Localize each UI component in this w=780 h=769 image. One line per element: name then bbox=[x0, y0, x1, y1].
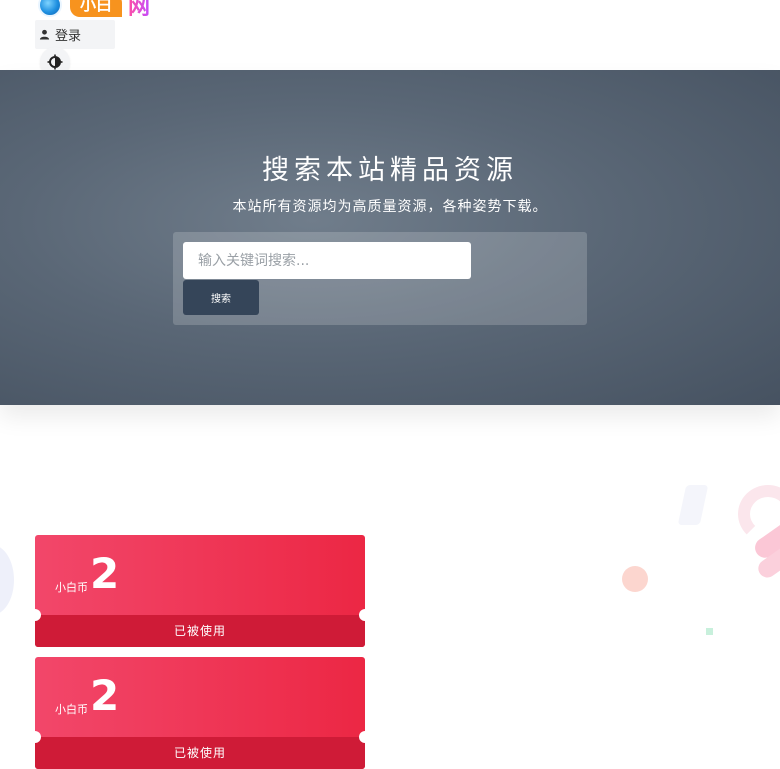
search-input[interactable] bbox=[183, 242, 471, 279]
hero-subtitle: 本站所有资源均为高质量资源，各种姿势下载。 bbox=[232, 199, 548, 215]
coupon-amount: 2 bbox=[90, 549, 120, 598]
coupon-unit: 小白币 bbox=[55, 581, 88, 594]
hero-search-section: 搜索本站精品资源 本站所有资源均为高质量资源，各种姿势下载。 搜索 bbox=[0, 70, 780, 405]
decorative-dot bbox=[622, 566, 648, 592]
search-button[interactable]: 搜索 bbox=[183, 280, 259, 315]
decorative-shape bbox=[0, 545, 14, 615]
logo-tag-text: 小白 bbox=[70, 0, 123, 17]
search-form: 搜索 bbox=[173, 232, 587, 325]
logo-suffix-text: 网 bbox=[128, 0, 150, 21]
login-label: 登录 bbox=[55, 29, 82, 44]
decorative-dot bbox=[706, 628, 713, 635]
decorative-shape bbox=[677, 485, 709, 525]
user-icon bbox=[39, 29, 50, 40]
coupon-card: 小白币 2 已被使用 bbox=[35, 535, 365, 647]
coupon-status: 已被使用 bbox=[35, 737, 365, 769]
hero-title: 搜索本站精品资源 bbox=[262, 155, 518, 186]
globe-logo-icon bbox=[38, 0, 62, 17]
coupon-status: 已被使用 bbox=[35, 615, 365, 647]
login-button[interactable]: 登录 bbox=[35, 20, 115, 49]
coupon-amount: 2 bbox=[90, 671, 120, 720]
coupon-card: 小白币 2 已被使用 bbox=[35, 657, 365, 769]
coupon-unit: 小白币 bbox=[55, 703, 88, 716]
theme-toggle-icon bbox=[47, 54, 63, 70]
site-logo[interactable]: 小白 网 bbox=[38, 0, 150, 21]
coupon-notch bbox=[359, 609, 365, 621]
coupon-notch bbox=[359, 731, 365, 743]
